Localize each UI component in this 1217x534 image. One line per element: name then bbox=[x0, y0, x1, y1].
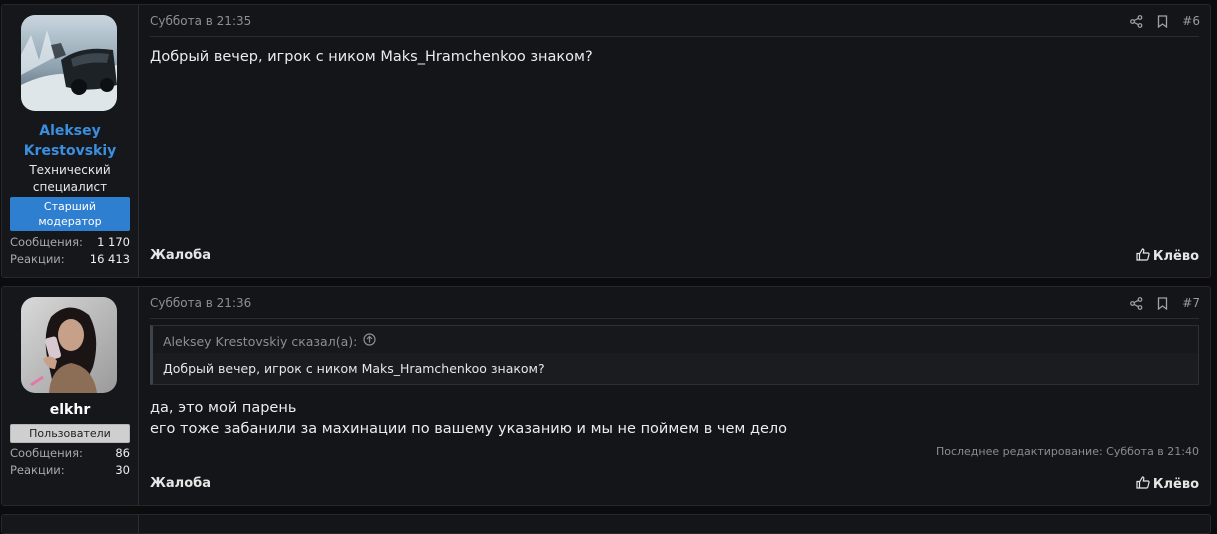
message-cell: Суббота в 21:35 #6 Добрый вечер, игрок с… bbox=[139, 5, 1210, 277]
post-number[interactable]: #6 bbox=[1182, 14, 1200, 28]
share-icon[interactable] bbox=[1130, 296, 1143, 310]
post-date[interactable]: Суббота в 21:35 bbox=[150, 14, 251, 28]
bookmark-icon[interactable] bbox=[1157, 14, 1168, 28]
like-button[interactable]: Клёво bbox=[1136, 476, 1199, 493]
last-edited: Последнее редактирование: Суббота в 21:4… bbox=[935, 445, 1199, 458]
moderator-banner: Старший модератор bbox=[10, 197, 130, 231]
message-text-line2: его тоже забанили за махинации по вашему… bbox=[150, 421, 788, 437]
header-divider bbox=[150, 36, 1199, 37]
quote-author[interactable]: Aleksey Krestovskiy сказал(а): bbox=[163, 334, 357, 349]
avatar[interactable] bbox=[21, 15, 117, 111]
user-cell bbox=[2, 515, 139, 533]
like-button[interactable]: Клёво bbox=[1136, 248, 1199, 265]
header-divider bbox=[150, 318, 1199, 319]
thumbs-up-icon bbox=[1136, 476, 1150, 493]
stat-label: Реакции: bbox=[10, 252, 65, 266]
quote-jump-icon[interactable] bbox=[363, 333, 376, 349]
post-6: Aleksey Krestovskiy Технический специали… bbox=[1, 4, 1211, 278]
post-7: elkhr Пользователи Сообщения: 86 Реакции… bbox=[1, 286, 1211, 506]
user-title-line1: Технический bbox=[29, 163, 111, 177]
post-tools: #6 bbox=[1130, 14, 1200, 28]
message-cell: Суббота в 21:36 #7 Aleksey Krestovskiy с… bbox=[139, 287, 1210, 505]
next-post bbox=[1, 514, 1211, 534]
stat-value[interactable]: 30 bbox=[115, 462, 130, 479]
author-name[interactable]: elkhr bbox=[2, 400, 138, 420]
stat-value[interactable]: 86 bbox=[115, 445, 130, 462]
post-tools: #7 bbox=[1130, 296, 1200, 310]
thumbs-up-icon bbox=[1136, 248, 1150, 265]
banner-line2: модератор bbox=[38, 215, 102, 228]
quote-header[interactable]: Aleksey Krestovskiy сказал(а): bbox=[163, 333, 376, 349]
quote-block: Aleksey Krestovskiy сказал(а): Добрый ве… bbox=[150, 325, 1199, 385]
stat-label: Сообщения: bbox=[10, 446, 83, 460]
banner-line1: Старший bbox=[43, 200, 97, 213]
quote-text: Добрый вечер, игрок с ником Maks_Hramche… bbox=[153, 353, 1198, 384]
post-date[interactable]: Суббота в 21:36 bbox=[150, 296, 251, 310]
like-label: Клёво bbox=[1152, 477, 1199, 492]
stat-label: Реакции: bbox=[10, 463, 65, 477]
avatar[interactable] bbox=[21, 297, 117, 393]
message-text-line1: да, это мой парень bbox=[150, 400, 297, 416]
report-link[interactable]: Жалоба bbox=[150, 248, 211, 263]
author-name[interactable]: Aleksey Krestovskiy bbox=[2, 121, 138, 161]
user-title: Технический специалист bbox=[2, 162, 138, 196]
report-link[interactable]: Жалоба bbox=[150, 476, 211, 491]
bookmark-icon[interactable] bbox=[1157, 296, 1168, 310]
user-cell: Aleksey Krestovskiy Технический специали… bbox=[2, 5, 139, 277]
post-number[interactable]: #7 bbox=[1182, 296, 1200, 310]
stat-value[interactable]: 16 413 bbox=[90, 251, 130, 268]
stat-value[interactable]: 1 170 bbox=[97, 234, 130, 251]
message-text: Добрый вечер, игрок с ником Maks_Hramche… bbox=[150, 49, 593, 65]
user-title-line2: специалист bbox=[32, 180, 108, 194]
user-cell: elkhr Пользователи Сообщения: 86 Реакции… bbox=[2, 287, 139, 505]
stat-label: Сообщения: bbox=[10, 235, 83, 249]
user-banner: Пользователи bbox=[10, 424, 130, 443]
like-label: Клёво bbox=[1152, 249, 1199, 264]
share-icon[interactable] bbox=[1130, 14, 1143, 28]
